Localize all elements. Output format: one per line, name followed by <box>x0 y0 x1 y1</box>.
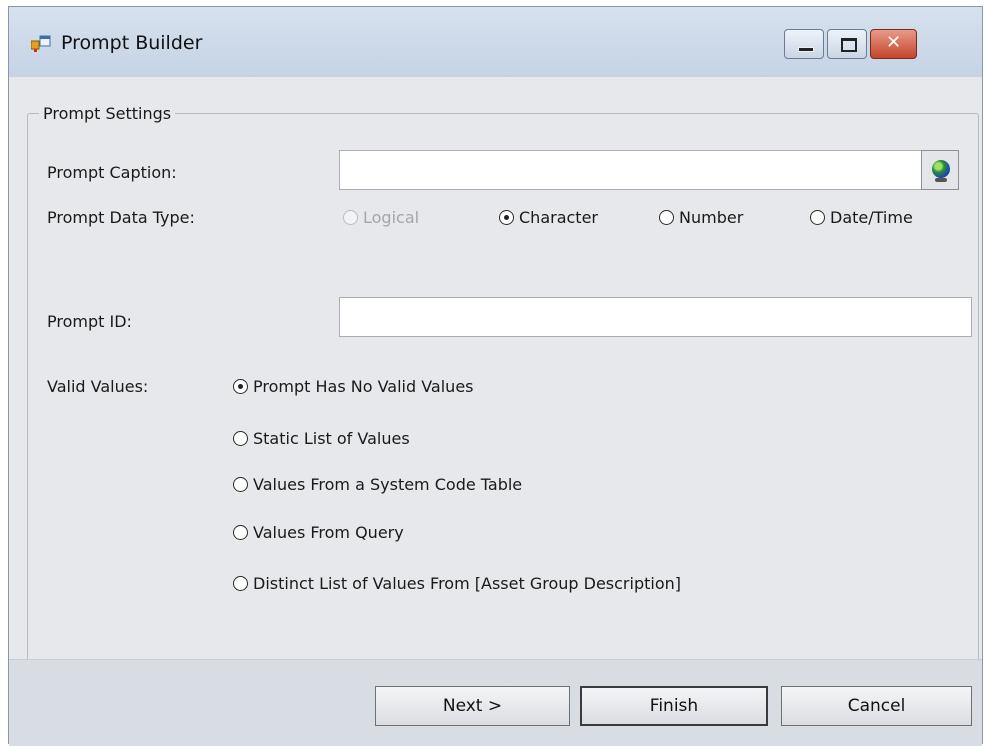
title-bar[interactable]: Prompt Builder ✕ <box>9 7 982 77</box>
radio-circle <box>233 576 248 591</box>
radio-label: Logical <box>363 208 420 227</box>
prompt-caption-input[interactable] <box>339 150 922 190</box>
radio-circle <box>233 525 248 540</box>
radio-label: Static List of Values <box>253 429 410 448</box>
radio-static-list[interactable]: Static List of Values <box>233 429 410 448</box>
dialog-footer: Next > Finish Cancel <box>9 659 982 746</box>
radio-circle <box>233 379 248 394</box>
prompt-builder-window: Prompt Builder ✕ Prompt Settings Prompt … <box>8 6 983 746</box>
radio-label: Number <box>679 208 744 227</box>
radio-circle <box>659 210 674 225</box>
prompt-data-type-label: Prompt Data Type: <box>47 208 195 227</box>
dialog-content: Prompt Settings Prompt Caption: Prompt D… <box>9 77 982 694</box>
maximize-button[interactable] <box>827 29 867 59</box>
radio-no-valid-values[interactable]: Prompt Has No Valid Values <box>233 377 474 396</box>
radio-circle <box>233 477 248 492</box>
close-icon: ✕ <box>885 32 902 53</box>
prompt-id-label: Prompt ID: <box>47 312 132 331</box>
radio-circle <box>499 210 514 225</box>
minimize-button[interactable] <box>784 29 824 59</box>
radio-character[interactable]: Character <box>499 208 598 227</box>
radio-label: Character <box>519 208 598 227</box>
radio-number[interactable]: Number <box>659 208 743 227</box>
prompt-settings-group <box>27 113 979 694</box>
radio-date-time[interactable]: Date/Time <box>810 208 913 227</box>
cancel-button[interactable]: Cancel <box>781 686 972 726</box>
finish-button[interactable]: Finish <box>580 686 768 726</box>
radio-label: Distinct List of Values From [Asset Grou… <box>253 574 681 593</box>
radio-circle <box>810 210 825 225</box>
radio-circle <box>233 431 248 446</box>
prompt-builder-app-icon <box>31 35 51 52</box>
radio-label: Values From Query <box>253 523 404 542</box>
close-button[interactable]: ✕ <box>870 29 917 59</box>
radio-label: Date/Time <box>830 208 913 227</box>
prompt-caption-label: Prompt Caption: <box>47 163 177 182</box>
window-title: Prompt Builder <box>61 32 203 54</box>
radio-label: Values From a System Code Table <box>253 475 523 494</box>
prompt-id-input[interactable] <box>339 297 972 337</box>
radio-values-from-query[interactable]: Values From Query <box>233 523 404 542</box>
radio-logical[interactable]: Logical <box>343 208 419 227</box>
group-legend: Prompt Settings <box>39 104 176 123</box>
radio-label: Prompt Has No Valid Values <box>253 377 474 396</box>
caption-globe-button[interactable] <box>921 150 959 190</box>
valid-values-label: Valid Values: <box>47 377 149 396</box>
radio-system-code-table[interactable]: Values From a System Code Table <box>233 475 522 494</box>
radio-distinct-list[interactable]: Distinct List of Values From [Asset Grou… <box>233 574 681 593</box>
globe-icon <box>932 160 950 178</box>
radio-circle <box>343 210 358 225</box>
next-button[interactable]: Next > <box>375 686 570 726</box>
